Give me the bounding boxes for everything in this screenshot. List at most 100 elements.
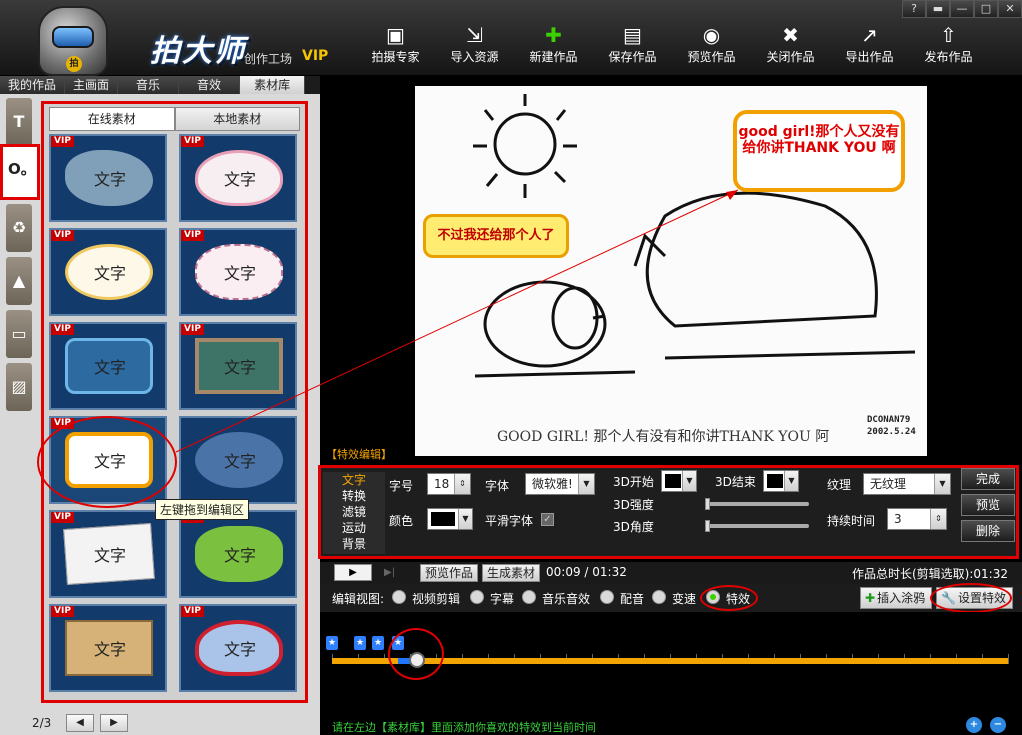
insert-doodle-button[interactable]: ✚ 插入涂鸦 [860, 587, 933, 609]
toolbar-publish-button[interactable]: ⇧ 发布作品 [909, 20, 988, 70]
tab-online-materials[interactable]: 在线素材 [49, 107, 175, 131]
toolbar-label: 拍摄专家 [371, 50, 420, 64]
image-tool-icon[interactable]: ▲ [6, 257, 32, 305]
left-panel: T O。 ♻ ▲ ▭ ▨ O。 在线素材 本地素材 VIP 文字 VIP 文字 [0, 94, 320, 735]
chevron-down-icon[interactable]: ▼ [578, 474, 594, 494]
texture-label: 纹理 [827, 478, 852, 492]
timeline[interactable]: ★ ★ ★ ★ [320, 612, 1022, 716]
material-item[interactable]: VIP 文字 [49, 510, 167, 598]
text-tool-icon[interactable]: T [6, 98, 32, 146]
effect-marker-icon[interactable]: ★ [326, 636, 338, 650]
radio-label: 配音 [620, 592, 645, 606]
help-button[interactable]: ? [902, 0, 926, 18]
material-item[interactable]: VIP 文字 [49, 228, 167, 316]
slider-knob[interactable] [705, 498, 710, 510]
tab-sound-effects[interactable]: 音效 [179, 76, 241, 94]
zoom-in-icon[interactable]: + [966, 717, 982, 733]
radio-subtitle[interactable] [470, 590, 484, 604]
import-icon: ⇲ [466, 23, 483, 47]
zoom-out-icon[interactable]: − [990, 717, 1006, 733]
smooth-font-checkbox[interactable]: ✓ [541, 513, 554, 526]
material-text: 文字 [93, 358, 126, 377]
transition-tool-icon[interactable]: ♻ [6, 204, 32, 252]
signature-date: 2002.5.24 [867, 427, 916, 437]
spinner-arrows-icon[interactable]: ⇕ [454, 474, 470, 494]
material-item[interactable]: VIP 文字 [179, 134, 297, 222]
close-button[interactable]: ✕ [998, 0, 1022, 18]
play-button[interactable]: ▶ [334, 564, 372, 581]
radio-video-clip[interactable] [392, 590, 406, 604]
material-item[interactable]: VIP 文字 [49, 604, 167, 692]
preview-canvas[interactable]: good girl!那个人又没有给你讲THANK YOU 啊 不过我还给那个人了… [415, 86, 927, 456]
effects-menu-background[interactable]: 背景 [323, 536, 385, 552]
3d-start-picker[interactable]: ▼ [661, 470, 697, 492]
3d-strength-slider[interactable] [705, 498, 809, 510]
material-item[interactable]: VIP 文字 [49, 134, 167, 222]
3d-angle-slider[interactable] [705, 520, 809, 532]
tab-my-works[interactable]: 我的作品 [0, 76, 66, 94]
delete-button[interactable]: 删除 [961, 520, 1015, 542]
selection-highlight-ellipse [37, 416, 177, 508]
material-item[interactable]: VIP 文字 [179, 510, 297, 598]
tab-material-library[interactable]: 素材库 [240, 76, 306, 94]
tab-music[interactable]: 音乐 [118, 76, 180, 94]
material-item[interactable]: VIP 文字 [49, 322, 167, 410]
tab-main-screen[interactable]: 主画面 [65, 76, 119, 94]
app-header: 拍 拍大师 创作工场 VIP ▣ 拍摄专家 ⇲ 导入资源 ✚ 新建作品 ▤ 保存作品 ◉… [0, 0, 1022, 76]
effect-preview-button[interactable]: 预览 [961, 494, 1015, 516]
3d-end-picker[interactable]: ▼ [763, 470, 799, 492]
window-controls: ? ▬ — □ ✕ [902, 0, 1022, 18]
chevron-down-icon[interactable]: ▼ [458, 509, 472, 529]
effects-menu-filter[interactable]: 滤镜 [323, 504, 385, 520]
skin-button[interactable]: ▬ [926, 0, 950, 18]
minimize-button[interactable]: — [950, 0, 974, 18]
tab-local-materials[interactable]: 本地素材 [174, 107, 300, 131]
toolbar-import-button[interactable]: ⇲ 导入资源 [435, 20, 514, 70]
next-page-button[interactable]: ▶ [100, 714, 128, 732]
effects-menu-motion[interactable]: 运动 [323, 520, 385, 536]
toolbar-new-button[interactable]: ✚ 新建作品 [514, 20, 593, 70]
toolbar-save-button[interactable]: ▤ 保存作品 [593, 20, 672, 70]
export-icon: ↗ [861, 23, 878, 47]
toolbar-close-button[interactable]: ✖ 关闭作品 [751, 20, 830, 70]
font-select[interactable]: 微软雅! ▼ [525, 473, 595, 495]
frame-tool-icon[interactable]: ▭ [6, 310, 32, 358]
material-item[interactable]: VIP 文字 [179, 604, 297, 692]
effects-menu-text[interactable]: 文字 [323, 472, 385, 488]
speech-bubble-small[interactable]: 不过我还给那个人了 [423, 214, 569, 258]
toolbar-label: 导入资源 [450, 50, 499, 64]
effect-marker-icon[interactable]: ★ [354, 636, 366, 650]
skip-end-button[interactable]: ▶| [384, 564, 412, 581]
effect-marker-icon[interactable]: ★ [372, 636, 384, 650]
radio-speed[interactable] [652, 590, 666, 604]
radio-dubbing[interactable] [600, 590, 614, 604]
bubble-tool-active-icon[interactable]: O。 [8, 158, 36, 179]
color-picker[interactable]: ▼ [427, 508, 473, 530]
chevron-down-icon[interactable]: ▼ [682, 471, 696, 491]
prev-page-button[interactable]: ◀ [66, 714, 94, 732]
vip-badge: VIP [181, 324, 204, 335]
spinner-arrows-icon[interactable]: ⇕ [930, 509, 946, 529]
toolbar-camera-button[interactable]: ▣ 拍摄专家 [356, 20, 435, 70]
speech-bubble-large[interactable]: good girl!那个人又没有给你讲THANK YOU 啊 [733, 110, 905, 192]
toolbar-preview-button[interactable]: ◉ 预览作品 [672, 20, 751, 70]
chevron-down-icon[interactable]: ▼ [934, 474, 950, 494]
material-item[interactable]: VIP 文字 [179, 322, 297, 410]
toolbar-export-button[interactable]: ↗ 导出作品 [830, 20, 909, 70]
photo-tool-icon[interactable]: ▨ [6, 363, 32, 411]
total-duration: 作品总时长(剪辑选取):01:32 [852, 567, 1008, 581]
material-item[interactable]: 文字 [179, 416, 297, 504]
3d-angle-label: 3D角度 [613, 520, 654, 534]
preview-work-button[interactable]: 预览作品 [420, 564, 479, 582]
done-button[interactable]: 完成 [961, 468, 1015, 490]
font-size-spinner[interactable]: 18 ⇕ [427, 473, 471, 495]
texture-select[interactable]: 无纹理 ▼ [863, 473, 951, 495]
effects-menu-transition[interactable]: 转换 [323, 488, 385, 504]
slider-knob[interactable] [705, 520, 710, 532]
generate-material-button[interactable]: 生成素材 [482, 564, 541, 582]
radio-music[interactable] [522, 590, 536, 604]
maximize-button[interactable]: □ [974, 0, 998, 18]
duration-spinner[interactable]: 3 ⇕ [887, 508, 947, 530]
chevron-down-icon[interactable]: ▼ [784, 471, 798, 491]
material-item[interactable]: VIP 文字 [179, 228, 297, 316]
